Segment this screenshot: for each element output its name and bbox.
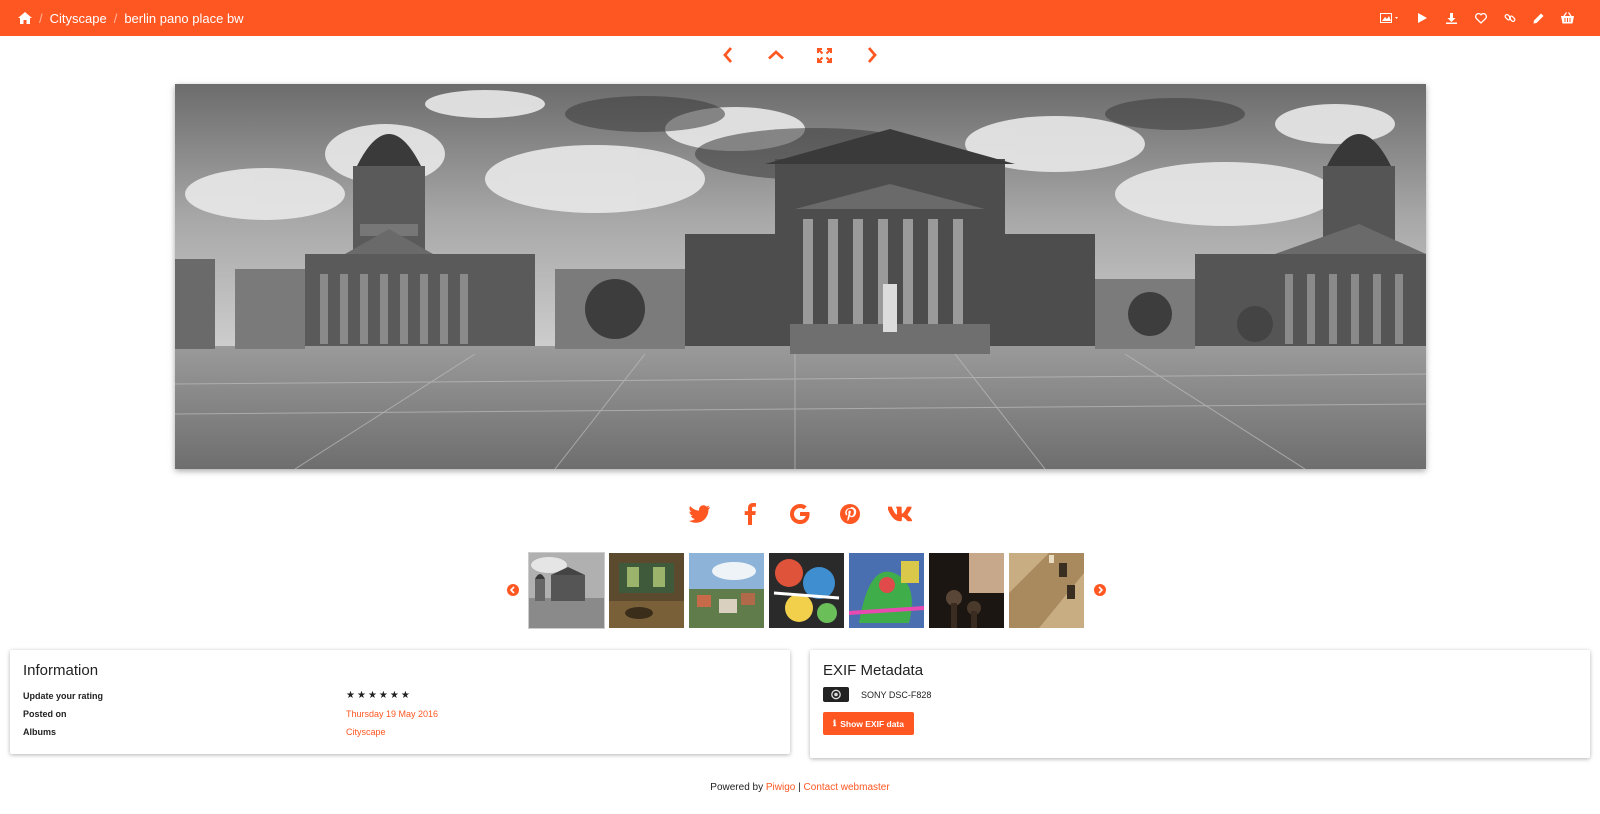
breadcrumb: / Cityscape / berlin pano place bw bbox=[18, 11, 244, 26]
play-icon[interactable] bbox=[1408, 0, 1437, 36]
google-icon[interactable] bbox=[788, 502, 812, 526]
show-exif-label: Show EXIF data bbox=[840, 718, 904, 729]
piwigo-link[interactable]: Piwigo bbox=[766, 782, 795, 793]
breadcrumb-photo-title: berlin pano place bw bbox=[124, 10, 244, 26]
chevron-left-icon[interactable] bbox=[718, 45, 738, 65]
powered-by-text: Powered by bbox=[710, 782, 764, 793]
thumbnail[interactable] bbox=[1009, 552, 1084, 628]
facebook-icon[interactable] bbox=[738, 502, 762, 526]
image-size-icon[interactable] bbox=[1372, 0, 1408, 36]
breadcrumb-separator: / bbox=[39, 10, 43, 26]
breadcrumb-separator: / bbox=[113, 10, 118, 26]
home-icon[interactable] bbox=[18, 12, 32, 24]
thumbnail[interactable] bbox=[528, 551, 605, 629]
link-icon[interactable] bbox=[1495, 0, 1524, 36]
albums-row: Albums Cityscape bbox=[23, 723, 777, 741]
rating-row: Update your rating ★ ★ ★ ★ ★ ★ bbox=[23, 687, 777, 705]
thumbnail[interactable] bbox=[609, 552, 684, 628]
footer-divider: | bbox=[798, 782, 801, 793]
footer: Powered by Piwigo | Contact webmaster bbox=[0, 782, 1600, 793]
social-share bbox=[0, 502, 1600, 526]
exif-card: EXIF Metadata SONY DSC-F828 ℹ Show EXIF … bbox=[810, 650, 1590, 758]
rating-stars: ★ ★ ★ ★ ★ ★ bbox=[346, 691, 410, 701]
star-icon[interactable]: ★ bbox=[401, 691, 410, 701]
posted-on-label: Posted on bbox=[23, 709, 67, 719]
thumbnail[interactable] bbox=[769, 552, 844, 628]
breadcrumb-album-link[interactable]: Cityscape bbox=[50, 11, 107, 26]
circle-chevron-right-icon[interactable] bbox=[1092, 582, 1108, 598]
chevron-up-icon[interactable] bbox=[766, 45, 786, 65]
star-icon[interactable]: ★ bbox=[357, 691, 366, 701]
camera-row: SONY DSC-F828 bbox=[823, 687, 1577, 702]
album-link[interactable]: Cityscape bbox=[346, 727, 386, 737]
camera-model: SONY DSC-F828 bbox=[861, 689, 932, 700]
main-photo[interactable] bbox=[175, 84, 1426, 469]
star-icon[interactable]: ★ bbox=[346, 691, 355, 701]
albums-label: Albums bbox=[23, 727, 57, 737]
expand-icon[interactable] bbox=[814, 45, 834, 65]
exif-title: EXIF Metadata bbox=[823, 662, 924, 679]
chevron-right-icon[interactable] bbox=[862, 45, 882, 65]
contact-webmaster-link[interactable]: Contact webmaster bbox=[804, 782, 890, 793]
star-icon[interactable]: ★ bbox=[379, 691, 388, 701]
star-icon[interactable]: ★ bbox=[368, 691, 377, 701]
heart-icon[interactable] bbox=[1466, 0, 1495, 36]
image-navigation bbox=[0, 45, 1600, 65]
toolbar-actions bbox=[1372, 0, 1582, 36]
thumbnail[interactable] bbox=[849, 552, 924, 628]
information-title: Information bbox=[23, 662, 99, 679]
info-icon: ℹ bbox=[833, 718, 837, 728]
basket-icon[interactable] bbox=[1553, 0, 1582, 36]
pencil-icon[interactable] bbox=[1524, 0, 1553, 36]
camera-icon bbox=[823, 687, 849, 702]
star-icon[interactable]: ★ bbox=[390, 691, 399, 701]
posted-on-row: Posted on Thursday 19 May 2016 bbox=[23, 705, 777, 723]
twitter-icon[interactable] bbox=[688, 502, 712, 526]
thumbnail[interactable] bbox=[929, 552, 1004, 628]
rating-label: Update your rating bbox=[23, 691, 104, 701]
circle-chevron-left-icon[interactable] bbox=[505, 582, 521, 598]
download-icon[interactable] bbox=[1437, 0, 1466, 36]
top-navbar: / Cityscape / berlin pano place bw bbox=[0, 0, 1600, 36]
pinterest-icon[interactable] bbox=[838, 502, 862, 526]
thumbnail[interactable] bbox=[689, 552, 764, 628]
thumbnail-list bbox=[528, 551, 1084, 629]
information-card: Information Update your rating ★ ★ ★ ★ ★… bbox=[10, 650, 790, 754]
posted-on-date-link[interactable]: Thursday 19 May 2016 bbox=[346, 709, 438, 719]
vk-icon[interactable] bbox=[888, 502, 912, 526]
thumbnail-strip bbox=[505, 551, 1108, 629]
show-exif-button[interactable]: ℹ Show EXIF data bbox=[823, 712, 914, 735]
